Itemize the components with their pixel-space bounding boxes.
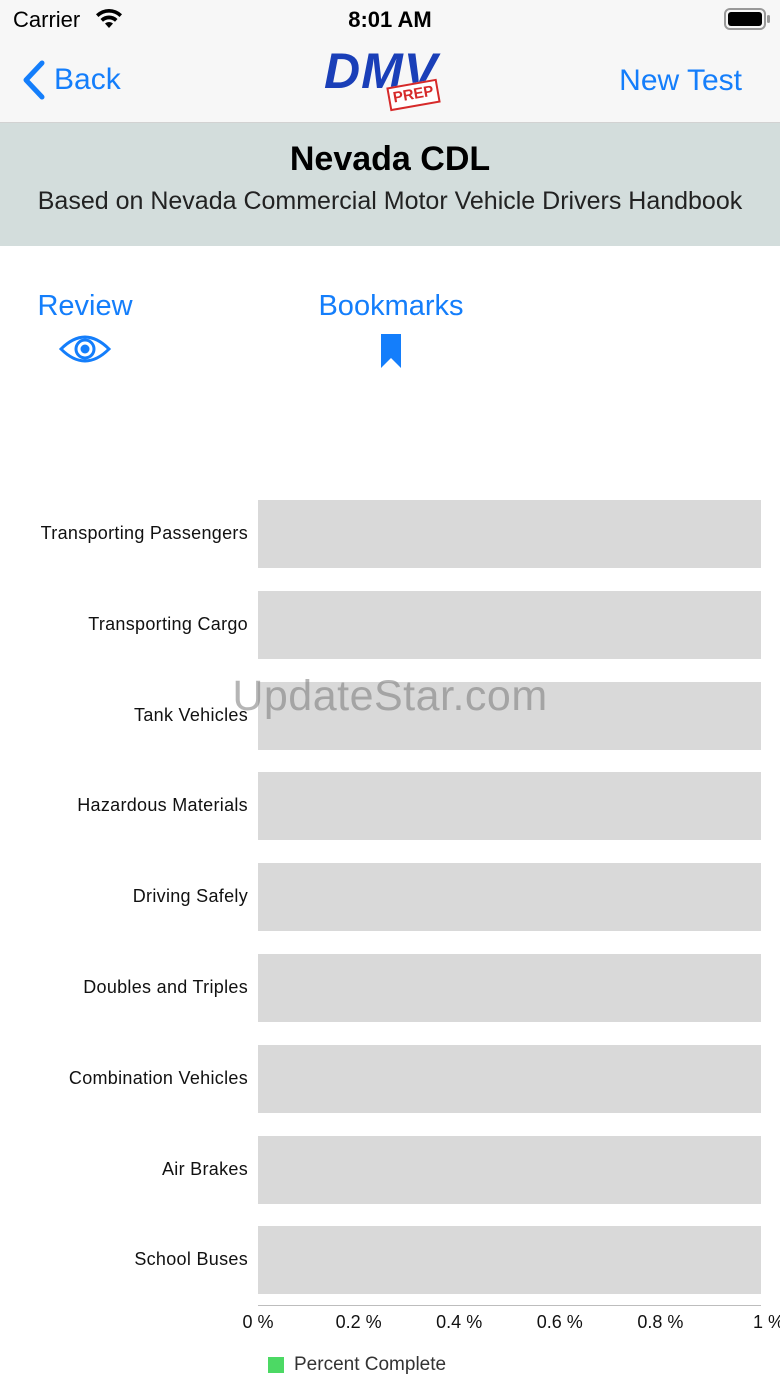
back-button[interactable]: Back (22, 58, 121, 102)
chart-category-label: Combination Vehicles (68, 1067, 248, 1088)
dmv-prep-logo: DMV PREP (322, 42, 458, 116)
new-test-button[interactable]: New Test (619, 64, 742, 98)
chart-bar-track (258, 1226, 761, 1295)
x-tick-label: 0.8 % (637, 1312, 684, 1332)
test-header: Nevada CDL Based on Nevada Commercial Mo… (0, 123, 780, 246)
status-bar: Carrier 8:01 AM (0, 0, 780, 40)
chart-bar-track (258, 1044, 761, 1113)
legend-label: Percent Complete (294, 1354, 447, 1375)
chart-bar-track (258, 1135, 761, 1204)
bookmarks-button[interactable]: Bookmarks (312, 290, 470, 369)
chart-category-label: Air Brakes (161, 1158, 248, 1179)
battery-icon (724, 8, 770, 35)
chart-category-label: Hazardous Materials (77, 795, 248, 816)
legend-swatch (268, 1357, 284, 1373)
x-tick-label: 0 % (242, 1312, 274, 1332)
page-title: Nevada CDL (289, 140, 491, 178)
chart-bar-track (258, 590, 761, 659)
chart-legend: Percent Complete (268, 1354, 446, 1376)
x-tick-label: 0.6 % (536, 1312, 583, 1332)
bookmark-icon (381, 334, 401, 368)
x-tick-label: 1 % (753, 1312, 780, 1332)
page-subtitle: Based on Nevada Commercial Motor Vehicle… (37, 187, 743, 215)
chevron-left-icon (23, 60, 45, 100)
chart-category-label: School Buses (134, 1249, 248, 1270)
chart-bar-track (258, 954, 761, 1022)
x-axis-line (258, 1305, 761, 1306)
chart-category-label: Doubles and Triples (83, 977, 248, 997)
navigation-bar: Back DMV PREP New Test (0, 40, 780, 123)
clock-time: 8:01 AM (348, 7, 432, 32)
chart-category-label: Transporting Cargo (88, 613, 248, 634)
review-button[interactable]: Review (34, 290, 136, 365)
bookmarks-label: Bookmarks (318, 290, 464, 322)
eye-icon (58, 335, 112, 363)
chart-category-label: Transporting Passengers (40, 523, 248, 543)
watermark-text: UpdateStar.com (232, 672, 548, 720)
chart-bar-track (258, 772, 761, 841)
chart-category-label: Driving Safely (132, 886, 248, 907)
chart-bar-track (258, 500, 761, 568)
x-tick-label: 0.2 % (335, 1312, 382, 1332)
chart-bar-track (258, 863, 761, 932)
back-label: Back (54, 63, 121, 96)
progress-chart: Percent Complete Transporting Passengers… (0, 470, 780, 1387)
x-tick-label: 0.4 % (436, 1312, 483, 1332)
review-label: Review (37, 290, 133, 322)
